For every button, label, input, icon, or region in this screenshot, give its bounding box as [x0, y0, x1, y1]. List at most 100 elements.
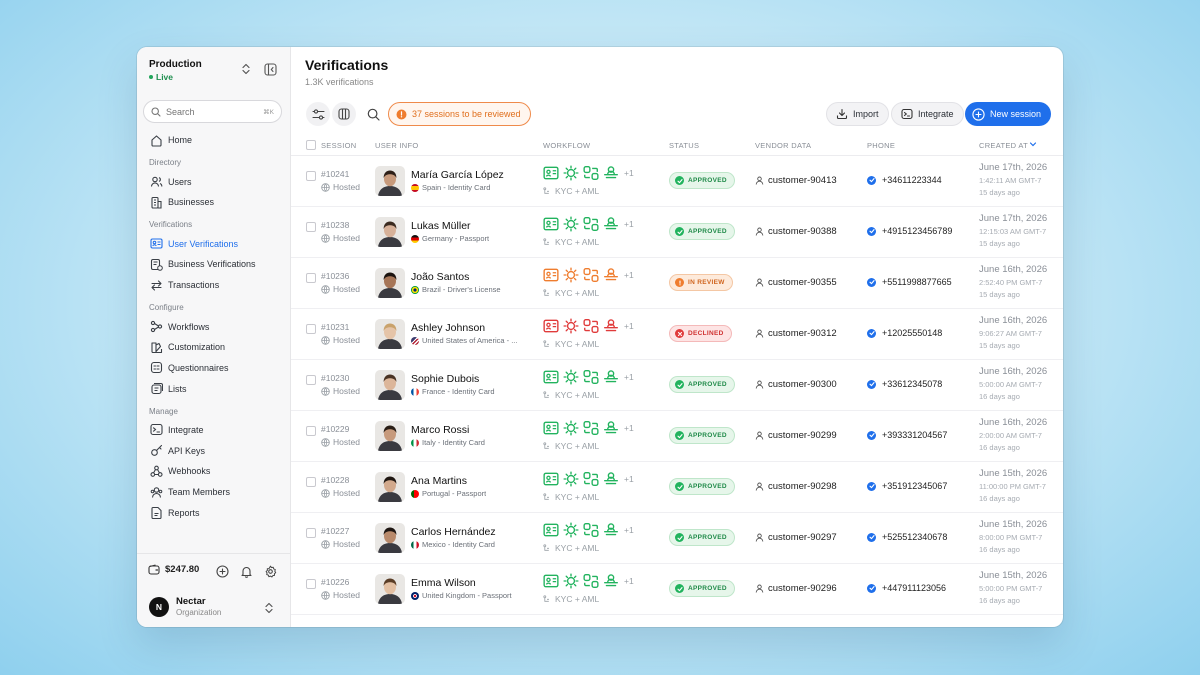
col-created-at[interactable]: CREATED AT: [979, 141, 1028, 150]
session-id[interactable]: #10236: [321, 271, 349, 281]
search-box[interactable]: ⌘K: [143, 100, 282, 123]
session-id[interactable]: #10226: [321, 577, 349, 587]
user-name[interactable]: Carlos Hernández: [411, 526, 496, 538]
sidebar-item-transactions[interactable]: Transactions: [137, 275, 291, 296]
chevron-up-down-icon[interactable]: [241, 63, 251, 75]
vendor-data[interactable]: customer-90355: [755, 277, 837, 288]
user-name[interactable]: Ashley Johnson: [411, 322, 485, 334]
table-row[interactable]: #10228 Hosted Ana Martins Portugal - Passpo…: [291, 462, 1063, 513]
team-icon: [150, 486, 163, 499]
col-vendor-data[interactable]: VENDOR DATA: [755, 141, 811, 150]
table-row[interactable]: #10229 Hosted Marco Rossi Italy - Identity …: [291, 411, 1063, 462]
document-label: France - Identity Card: [422, 387, 495, 396]
row-checkbox[interactable]: [306, 579, 316, 589]
row-checkbox[interactable]: [306, 375, 316, 385]
sidebar-item-customization[interactable]: Customization: [137, 337, 291, 358]
sidebar-item-integrate[interactable]: Integrate: [137, 420, 291, 441]
vendor-data[interactable]: customer-90413: [755, 175, 837, 186]
sidebar-item-home[interactable]: Home: [137, 130, 291, 151]
sidebar-item-api-keys[interactable]: API Keys: [137, 440, 291, 461]
verified-check-icon: [867, 328, 876, 338]
select-all-checkbox[interactable]: [306, 140, 316, 150]
sidebar-item-users[interactable]: Users: [137, 171, 291, 192]
sidebar-item-workflows[interactable]: Workflows: [137, 316, 291, 337]
sidebar-item-questionnaires[interactable]: Questionnaires: [137, 358, 291, 379]
session-id[interactable]: #10230: [321, 373, 349, 383]
search-input[interactable]: [166, 106, 256, 117]
bell-icon[interactable]: [240, 565, 253, 578]
sidebar-item-webhooks[interactable]: Webhooks: [137, 461, 291, 482]
session-id[interactable]: #10228: [321, 475, 349, 485]
verified-check-icon: [867, 175, 876, 185]
table-search-button[interactable]: [361, 102, 385, 126]
user-name[interactable]: Lukas Müller: [411, 220, 471, 232]
vendor-data[interactable]: customer-90312: [755, 328, 837, 339]
filter-button[interactable]: [306, 102, 330, 126]
user-name[interactable]: Marco Rossi: [411, 424, 469, 436]
vendor-data[interactable]: customer-90388: [755, 226, 837, 237]
vendor-data[interactable]: customer-90299: [755, 430, 837, 441]
document-label: Spain - Identity Card: [422, 183, 491, 192]
row-checkbox[interactable]: [306, 426, 316, 436]
table-row[interactable]: #10226 Hosted Emma Wilson United Kingdom - …: [291, 564, 1063, 615]
face-match-icon: [583, 216, 599, 232]
sidebar-item-business-verifications[interactable]: Business Verifications: [137, 254, 291, 275]
session-id[interactable]: #10238: [321, 220, 349, 230]
user-name[interactable]: Emma Wilson: [411, 577, 476, 589]
vendor-data[interactable]: customer-90300: [755, 379, 837, 390]
session-id[interactable]: #10231: [321, 322, 349, 332]
user-name[interactable]: Ana Martins: [411, 475, 467, 487]
col-workflow[interactable]: WORKFLOW: [543, 141, 590, 150]
user-name[interactable]: María García López: [411, 169, 504, 181]
new-session-button[interactable]: New session: [965, 102, 1052, 126]
row-checkbox[interactable]: [306, 222, 316, 232]
row-checkbox[interactable]: [306, 528, 316, 538]
row-checkbox[interactable]: [306, 273, 316, 283]
organization-switcher[interactable]: N Nectar Organization: [149, 596, 221, 617]
session-id[interactable]: #10241: [321, 169, 349, 179]
vendor-data[interactable]: customer-90296: [755, 583, 837, 594]
vendor-data[interactable]: customer-90297: [755, 532, 837, 543]
review-sessions-pill[interactable]: 37 sessions to be reviewed: [388, 102, 531, 126]
sidebar-item-user-verifications[interactable]: User Verifications: [137, 233, 291, 254]
sidebar-item-label: Transactions: [168, 280, 220, 291]
col-phone[interactable]: PHONE: [867, 141, 895, 150]
col-user-info[interactable]: USER INFO: [375, 141, 419, 150]
sidebar-item-lists[interactable]: Lists: [137, 378, 291, 399]
user-name[interactable]: João Santos: [411, 271, 469, 283]
sort-desc-icon[interactable]: [1029, 140, 1037, 148]
col-status[interactable]: STATUS: [669, 141, 699, 150]
status-badge: APPROVED: [669, 427, 735, 444]
chevron-up-down-icon[interactable]: [264, 602, 274, 614]
session-id[interactable]: #10227: [321, 526, 349, 536]
table-row[interactable]: #10241 Hosted María García López Spain - Id…: [291, 156, 1063, 207]
sidebar-item-reports[interactable]: Reports: [137, 502, 291, 523]
sidebar-item-businesses[interactable]: Businesses: [137, 192, 291, 213]
user-name[interactable]: Sophie Dubois: [411, 373, 479, 385]
table-row[interactable]: #10238 Hosted Lukas Müller Germany - Passpo…: [291, 207, 1063, 258]
row-checkbox[interactable]: [306, 477, 316, 487]
row-checkbox[interactable]: [306, 171, 316, 181]
columns-button[interactable]: [332, 102, 356, 126]
table-row[interactable]: #10230 Hosted Sophie Dubois France - Identi…: [291, 360, 1063, 411]
table-row[interactable]: #10227 Hosted Carlos Hernández Mexico - Ide…: [291, 513, 1063, 564]
table-row[interactable]: #10236 Hosted João Santos Brazil - Driver's…: [291, 258, 1063, 309]
wallet-balance[interactable]: $247.80: [148, 564, 199, 575]
gear-icon[interactable]: [264, 565, 277, 578]
import-button[interactable]: Import: [826, 102, 889, 126]
integrate-button[interactable]: Integrate: [891, 102, 964, 126]
sidebar-item-team-members[interactable]: Team Members: [137, 482, 291, 503]
integrate-label: Integrate: [918, 109, 954, 119]
user-document: Brazil - Driver's License: [411, 285, 501, 294]
row-checkbox[interactable]: [306, 324, 316, 334]
table-row[interactable]: #10231 Hosted Ashley Johnson United States …: [291, 309, 1063, 360]
collapse-sidebar-icon[interactable]: [264, 63, 277, 76]
add-funds-icon[interactable]: [216, 565, 229, 578]
aml-screening-icon: [603, 216, 619, 232]
session-host-label: Hosted: [333, 386, 360, 396]
environment-switcher[interactable]: Production Live: [149, 59, 202, 82]
col-session[interactable]: SESSION: [321, 141, 356, 150]
vendor-data[interactable]: customer-90298: [755, 481, 837, 492]
session-id[interactable]: #10229: [321, 424, 349, 434]
status-approved-icon: [675, 584, 684, 593]
